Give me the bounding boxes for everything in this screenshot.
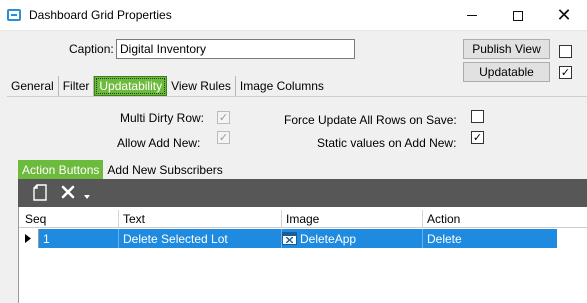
- dropdown-arrow-icon[interactable]: [84, 195, 90, 199]
- grid-toolbar: [18, 179, 587, 207]
- minimize-button[interactable]: [449, 0, 495, 31]
- tab-general[interactable]: General: [7, 76, 59, 96]
- tab-image-columns[interactable]: Image Columns: [236, 76, 328, 96]
- new-document-icon[interactable]: [33, 184, 47, 201]
- action-buttons-grid: Seq Text Image Action 1 Delete Selected …: [18, 207, 587, 303]
- action-subtabs: Action Buttons Add New Subscribers: [18, 160, 227, 179]
- caption-input[interactable]: [116, 39, 355, 59]
- close-button[interactable]: ✕: [541, 0, 587, 31]
- multi-dirty-row-checkbox[interactable]: ✓: [217, 111, 230, 124]
- cell-seq[interactable]: 1: [43, 232, 50, 246]
- column-divider: [281, 210, 282, 228]
- close-icon: ✕: [556, 4, 572, 26]
- caption-label: Caption:: [69, 42, 114, 56]
- allow-add-new-checkbox[interactable]: ✓: [217, 131, 230, 144]
- cell-divider: [118, 229, 119, 248]
- tab-divider: [7, 96, 587, 97]
- cell-text[interactable]: Delete Selected Lot: [123, 232, 228, 246]
- window-icon: [7, 9, 21, 21]
- window-title: Dashboard Grid Properties: [29, 8, 172, 22]
- minimize-icon: [467, 15, 477, 16]
- column-header-seq[interactable]: Seq: [25, 212, 46, 226]
- row-selection: [39, 229, 557, 248]
- current-row-arrow-icon: [25, 234, 31, 243]
- force-update-checkbox[interactable]: [471, 110, 484, 123]
- cell-image[interactable]: DeleteApp: [300, 232, 356, 246]
- tab-updatability[interactable]: Updatability: [94, 76, 168, 96]
- static-values-checkbox[interactable]: ✓: [471, 131, 484, 144]
- updatable-checkbox[interactable]: ✓: [559, 66, 572, 79]
- cell-divider: [422, 229, 423, 248]
- static-values-label: Static values on Add New:: [317, 136, 457, 150]
- delete-icon[interactable]: [61, 185, 75, 199]
- column-header-image[interactable]: Image: [286, 212, 319, 226]
- table-row[interactable]: 1 Delete Selected Lot DeleteApp Delete: [19, 229, 587, 248]
- maximize-button[interactable]: [495, 0, 541, 31]
- tab-add-new-subscribers[interactable]: Add New Subscribers: [103, 160, 226, 179]
- allow-add-new-label: Allow Add New:: [117, 136, 201, 150]
- maximize-icon: [513, 10, 523, 21]
- tab-action-buttons[interactable]: Action Buttons: [18, 160, 104, 179]
- multi-dirty-row-label: Multi Dirty Row:: [120, 111, 205, 125]
- publish-view-checkbox[interactable]: [559, 45, 572, 58]
- row-indicator[interactable]: [19, 229, 39, 248]
- delete-app-icon: [282, 232, 297, 245]
- tab-view-rules[interactable]: View Rules: [167, 76, 236, 96]
- column-divider: [422, 210, 423, 228]
- title-bar: Dashboard Grid Properties ✕: [0, 0, 587, 31]
- force-update-label: Force Update All Rows on Save:: [284, 113, 457, 127]
- updatable-button[interactable]: Updatable: [463, 62, 550, 82]
- cell-action[interactable]: Delete: [427, 232, 462, 246]
- column-header-text[interactable]: Text: [123, 212, 145, 226]
- tab-filter[interactable]: Filter: [59, 76, 95, 96]
- column-divider: [118, 210, 119, 228]
- column-header-action[interactable]: Action: [427, 212, 460, 226]
- property-tabs: General Filter Updatability View Rules I…: [7, 76, 328, 96]
- publish-view-button[interactable]: Publish View: [463, 39, 550, 59]
- grid-header: Seq Text Image Action: [19, 210, 587, 228]
